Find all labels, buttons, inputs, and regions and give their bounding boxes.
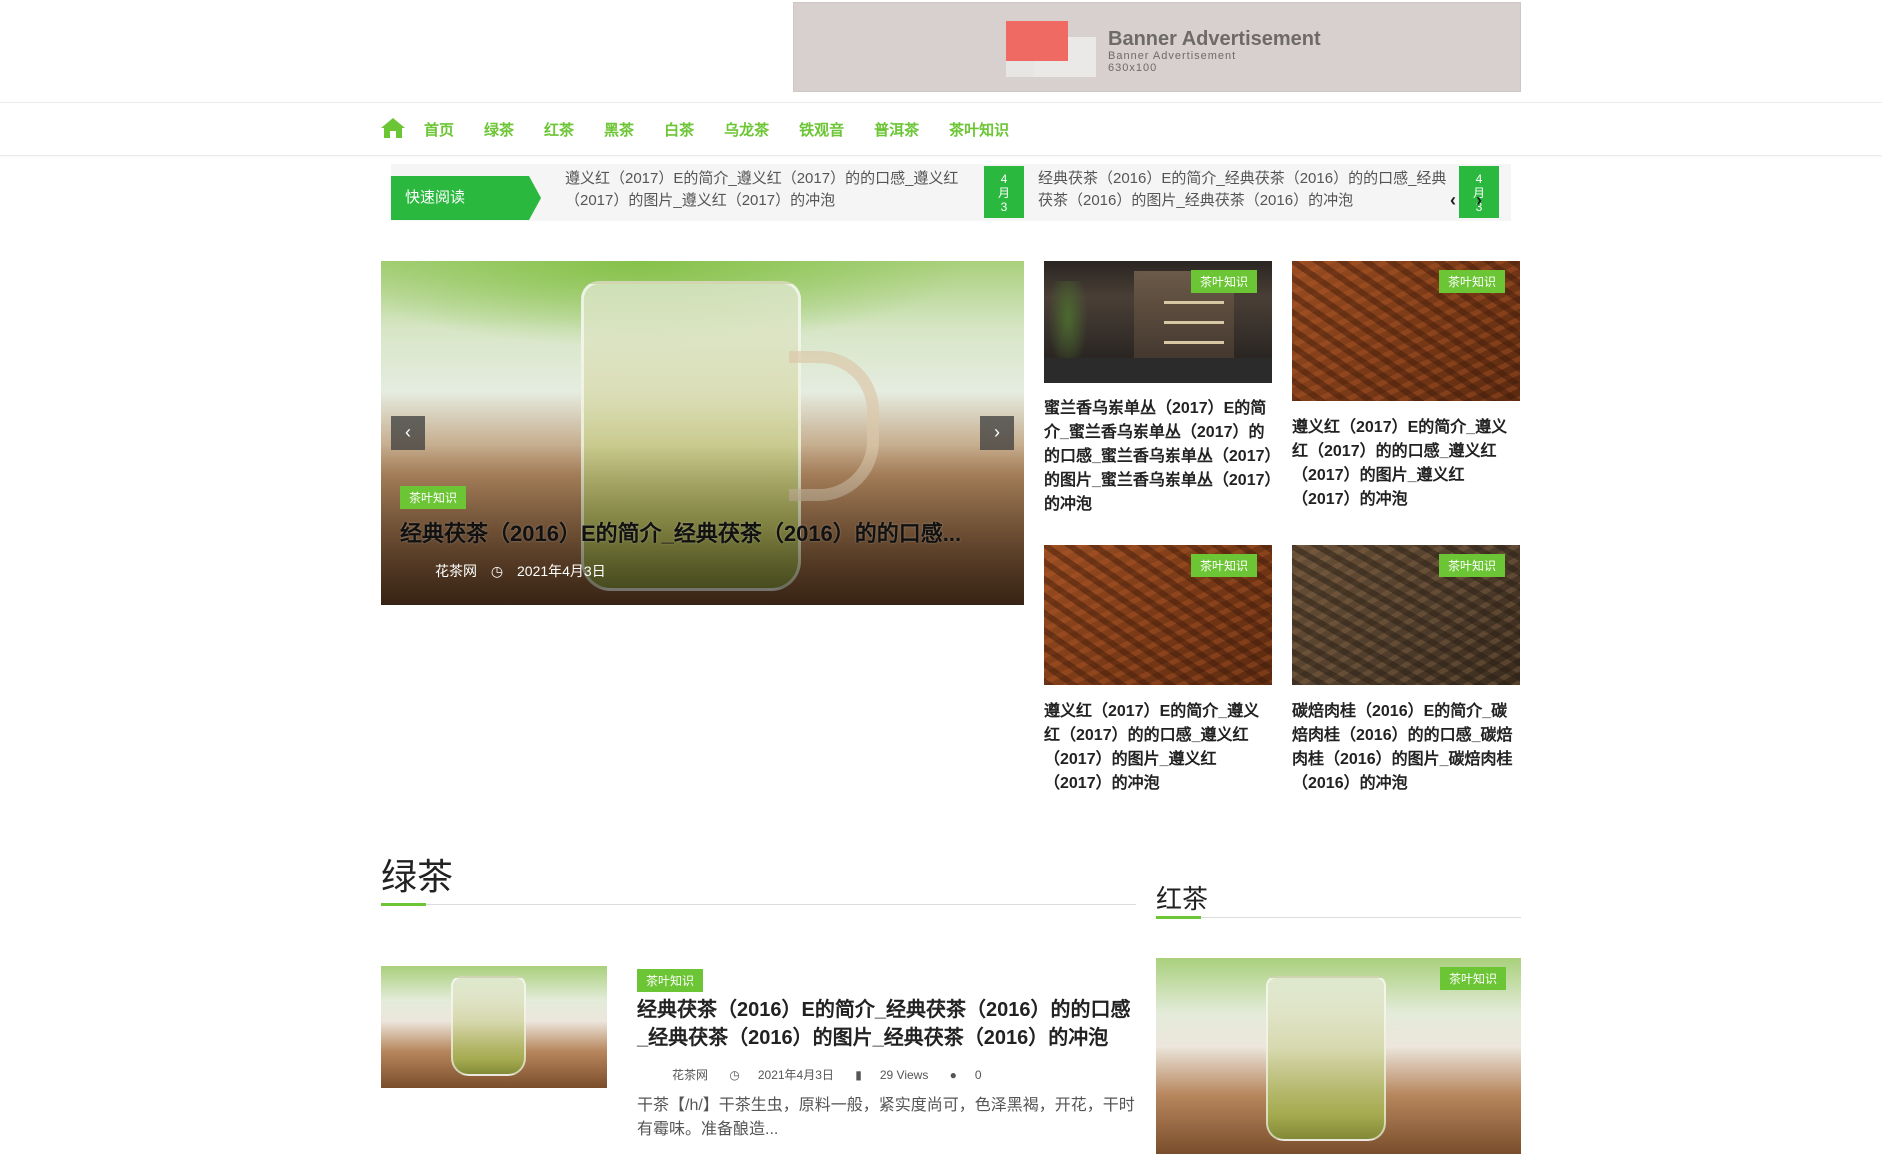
post-thumbnail[interactable]: 茶叶知识 <box>1044 545 1272 685</box>
post-author[interactable]: 花茶网 <box>672 1068 708 1082</box>
category-badge[interactable]: 茶叶知识 <box>637 969 704 992</box>
shelf-line <box>1164 301 1224 304</box>
nav-item-tea-knowledge[interactable]: 茶叶知识 <box>949 119 1009 140</box>
category-badge[interactable]: 茶叶知识 <box>1438 270 1505 293</box>
ticker-date-num: 3 <box>1000 200 1008 214</box>
comments-icon: ● <box>949 1068 957 1082</box>
home-icon[interactable] <box>380 116 406 140</box>
post-title[interactable]: 经典茯茶（2016）E的简介_经典茯茶（2016）的的口感_经典茯茶（2016）… <box>637 996 1137 1052</box>
clock-icon: ◷ <box>729 1068 740 1082</box>
nav-item-home[interactable]: 首页 <box>424 119 454 140</box>
ticker-item-link[interactable]: 经典茯茶（2016）E的简介_经典茯茶（2016）的的口感_经典茯茶（2016）… <box>1038 168 1448 212</box>
post-date: 2021年4月3日 <box>517 563 606 579</box>
featured-slider[interactable]: ‹ › 茶叶知识 经典茯茶（2016）E的简介_经典茯茶（2016）的的口感..… <box>381 261 1024 605</box>
tea-glass-image <box>1266 976 1386 1141</box>
banner-shape <box>1006 21 1068 61</box>
quick-read-label: 快速阅读 <box>391 176 529 220</box>
post-excerpt: 干茶【/h/】干茶生虫，原料一般，紧实度尚可，色泽黑褐，开花，干时有霉味。准备酿… <box>637 1097 1135 1138</box>
nav-item-white-tea[interactable]: 白茶 <box>664 119 694 140</box>
nav-item-red-tea[interactable]: 红茶 <box>544 119 574 140</box>
section-title[interactable]: 红茶 <box>1156 879 1208 916</box>
post-thumbnail[interactable]: 茶叶知识 <box>1156 958 1521 1154</box>
ticker-date-badge: 4 月 3 <box>984 166 1024 218</box>
grid-post-title[interactable]: 遵义红（2017）E的简介_遵义红（2017）的的口感_遵义红（2017）的图片… <box>1044 700 1274 796</box>
post-thumbnail[interactable]: 茶叶知识 <box>1292 545 1520 685</box>
section-accent <box>1156 916 1201 919</box>
category-badge[interactable]: 茶叶知识 <box>1439 967 1506 990</box>
post-thumbnail[interactable]: 茶叶知识 <box>1044 261 1272 383</box>
grid-post-title[interactable]: 碳焙肉桂（2016）E的简介_碳焙肉桂（2016）的的口感_碳焙肉桂（2016）… <box>1292 700 1522 796</box>
shelf-line <box>1164 341 1224 344</box>
post-thumbnail[interactable] <box>381 966 607 1088</box>
post-meta: 花茶网 ◷ 2021年4月3日 ▮ 29 Views ● 0 <box>672 1066 1000 1083</box>
banner-size: 630x100 <box>1108 62 1158 74</box>
clock-icon: ◷ <box>490 563 504 579</box>
post-date: 2021年4月3日 <box>757 1068 834 1082</box>
section-divider <box>1156 917 1521 918</box>
category-badge[interactable]: 茶叶知识 <box>1190 270 1257 293</box>
floor-image <box>1044 358 1272 383</box>
nav-item-green-tea[interactable]: 绿茶 <box>484 119 514 140</box>
grid-post-title[interactable]: 遵义红（2017）E的简介_遵义红（2017）的的口感_遵义红（2017）的图片… <box>1292 416 1522 512</box>
tea-glass-image <box>451 976 526 1076</box>
ticker-next-button[interactable]: › <box>1476 190 1482 211</box>
slider-next-button[interactable]: › <box>980 416 1014 450</box>
post-views: 29 Views <box>879 1068 929 1082</box>
category-badge[interactable]: 茶叶知识 <box>1438 554 1505 577</box>
category-badge[interactable]: 茶叶知识 <box>1190 554 1257 577</box>
slider-post-title[interactable]: 经典茯茶（2016）E的简介_经典茯茶（2016）的的口感... <box>400 516 1010 548</box>
section-divider <box>381 904 1136 905</box>
ticker-label-arrow <box>529 176 541 220</box>
ticker-date-month: 月 <box>997 186 1010 200</box>
banner-title: Banner Advertisement <box>1108 28 1321 50</box>
ticker-item-link[interactable]: 遵义红（2017）E的简介_遵义红（2017）的的口感_遵义红（2017）的图片… <box>565 168 960 212</box>
slider-post-meta: 花茶网 ◷ 2021年4月3日 <box>435 561 616 581</box>
slider-prev-button[interactable]: ‹ <box>391 416 425 450</box>
section-accent <box>381 903 426 906</box>
section-title[interactable]: 绿茶 <box>381 848 453 900</box>
nav-item-tieguanyin[interactable]: 铁观音 <box>799 119 844 140</box>
post-thumbnail[interactable]: 茶叶知识 <box>1292 261 1520 401</box>
category-badge[interactable]: 茶叶知识 <box>400 486 467 509</box>
ticker-date-day: 4 <box>1000 172 1008 186</box>
nav-item-dark-tea[interactable]: 黑茶 <box>604 119 634 140</box>
banner-advertisement[interactable]: Banner Advertisement Banner Advertisemen… <box>793 2 1521 92</box>
main-menu: 首页 绿茶 红茶 黑茶 白茶 乌龙茶 铁观音 普洱茶 茶叶知识 <box>424 119 1039 140</box>
nav-item-puer[interactable]: 普洱茶 <box>874 119 919 140</box>
banner-subtitle: Banner Advertisement <box>1108 50 1237 62</box>
nav-item-oolong[interactable]: 乌龙茶 <box>724 119 769 140</box>
ticker-date-day: 4 <box>1475 172 1483 186</box>
views-icon: ▮ <box>855 1068 862 1082</box>
shelf-line <box>1164 321 1224 324</box>
post-author[interactable]: 花茶网 <box>435 563 477 579</box>
grid-post-title[interactable]: 蜜兰香乌岽单丛（2017）E的简介_蜜兰香乌岽单丛（2017）的的口感_蜜兰香乌… <box>1044 397 1274 517</box>
ticker-prev-button[interactable]: ‹ <box>1450 190 1456 211</box>
post-comments[interactable]: 0 <box>975 1068 982 1082</box>
